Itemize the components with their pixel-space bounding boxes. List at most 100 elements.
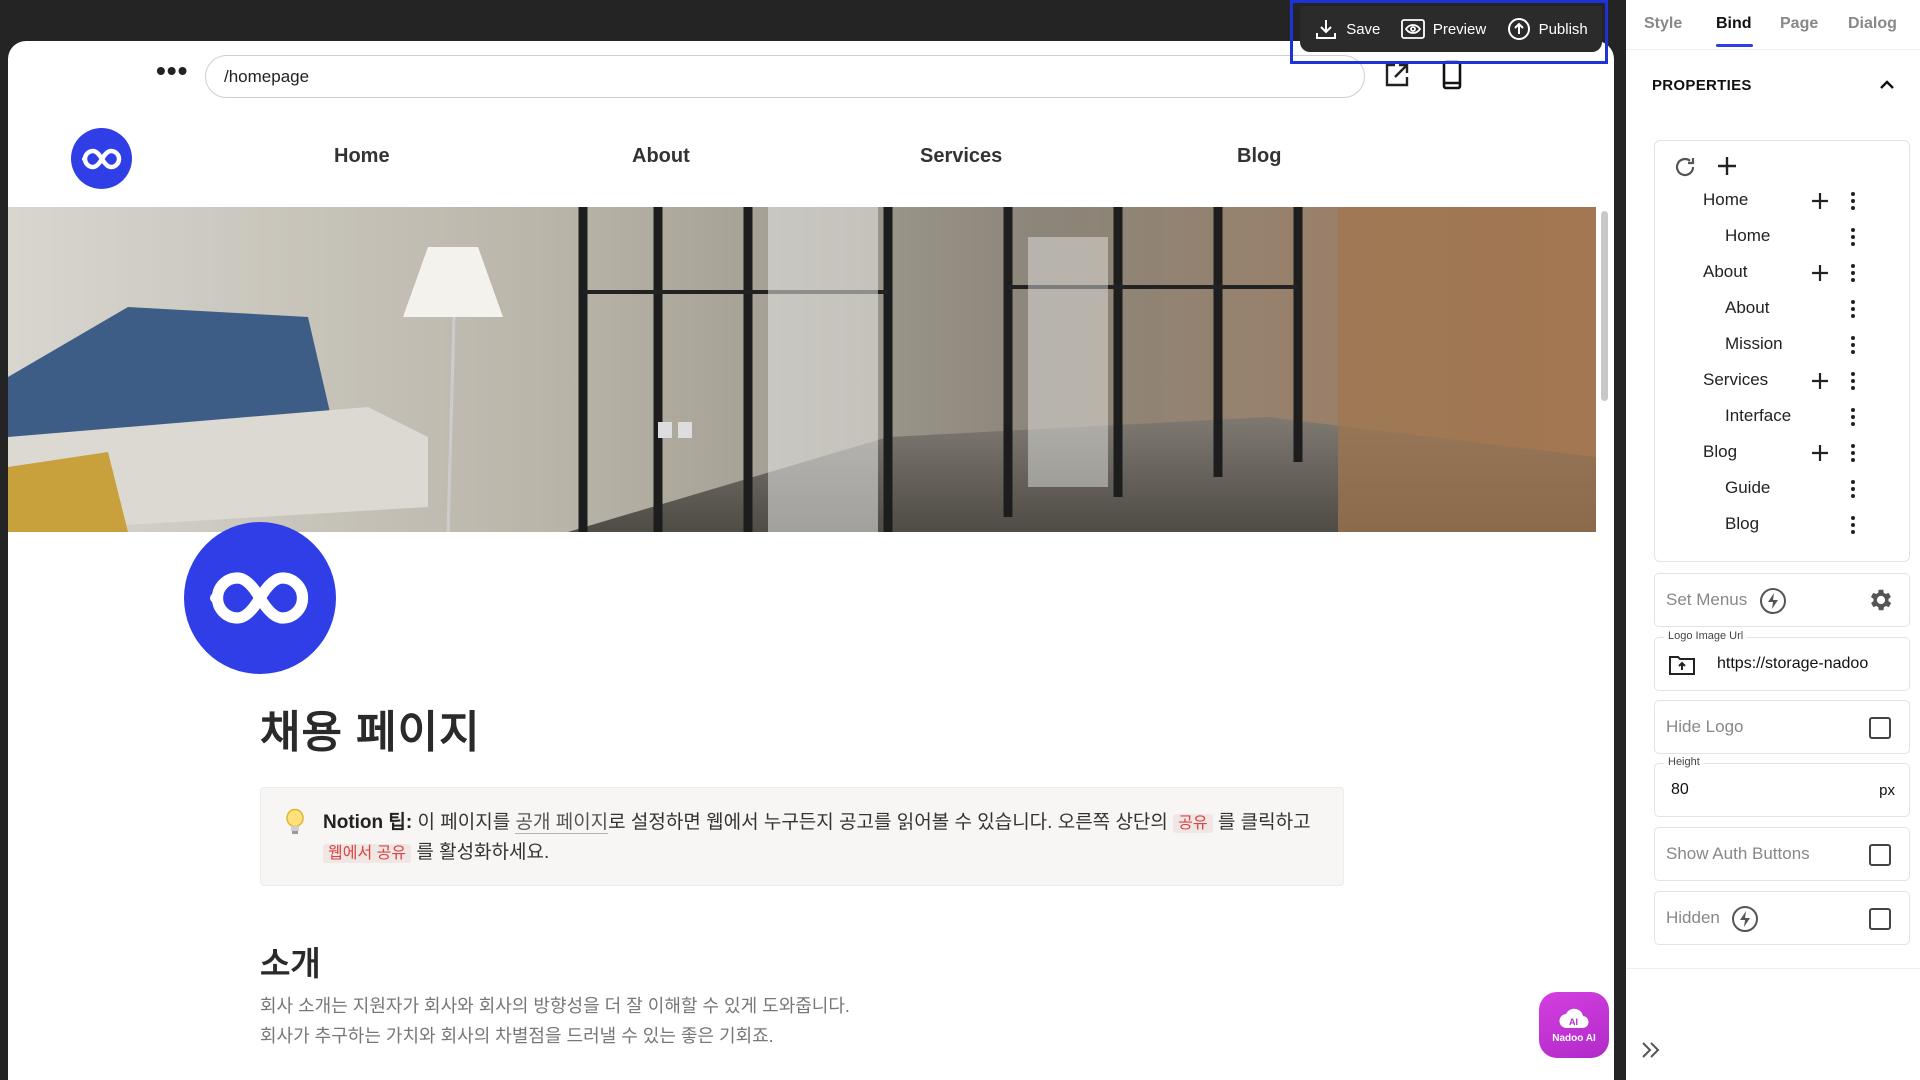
kebab-menu-icon[interactable] (1850, 371, 1856, 396)
properties-panel: Style Bind Page Dialog PROPERTIES Home H… (1626, 0, 1920, 1080)
tree-item-about-child[interactable]: About (1655, 291, 1909, 327)
tree-item-mission[interactable]: Mission (1655, 327, 1909, 363)
kebab-menu-icon[interactable] (1850, 335, 1856, 360)
kebab-menu-icon[interactable] (1850, 515, 1856, 540)
add-submenu-icon[interactable] (1810, 263, 1830, 288)
page-title: 채용 페이지 (260, 708, 481, 757)
logo-url-field[interactable]: Logo Image Url https://storage-nadoo (1654, 630, 1910, 691)
download-icon (1316, 20, 1337, 39)
lightning-icon[interactable] (1731, 905, 1759, 933)
nav-link-blog[interactable]: Blog (1237, 145, 1281, 168)
kebab-menu-icon[interactable] (1850, 443, 1856, 468)
tree-item-label: Home (1725, 226, 1771, 245)
kebab-menu-icon[interactable] (1850, 479, 1856, 504)
more-options-icon[interactable]: ••• (156, 57, 188, 85)
save-button[interactable]: Save (1314, 17, 1380, 41)
scrollbar-thumb[interactable] (1601, 211, 1608, 401)
show-auth-checkbox[interactable] (1869, 844, 1891, 866)
kebab-menu-icon[interactable] (1850, 263, 1856, 288)
add-submenu-icon[interactable] (1810, 191, 1830, 216)
kebab-menu-icon[interactable] (1850, 191, 1856, 216)
tree-item-label: Guide (1725, 478, 1771, 497)
hide-logo-checkbox[interactable] (1869, 717, 1891, 739)
panel-divider-line (1626, 968, 1920, 969)
tab-dialog[interactable]: Dialog (1848, 15, 1897, 33)
nadoo-ai-button[interactable]: AI Nadoo AI (1539, 992, 1609, 1058)
callout-text-3: 를 클릭하고 (1212, 812, 1311, 833)
callout-tag-share: 공유 (1173, 814, 1213, 833)
height-legend: Height (1664, 756, 1704, 768)
url-input[interactable] (205, 55, 1365, 98)
nav-link-about[interactable]: About (632, 145, 690, 168)
panel-divider (1614, 0, 1626, 1080)
section-heading: 소개 (260, 945, 321, 982)
tree-item-home-child[interactable]: Home (1655, 219, 1909, 255)
height-field[interactable]: Height 80 px (1654, 756, 1910, 817)
tab-style[interactable]: Style (1644, 15, 1682, 33)
upload-circle-icon (1507, 18, 1530, 40)
upload-folder-icon[interactable] (1669, 653, 1695, 680)
properties-heading: PROPERTIES (1652, 77, 1752, 94)
hero-image (8, 207, 1596, 532)
kebab-menu-icon[interactable] (1850, 407, 1856, 432)
tree-item-label: Services (1703, 370, 1769, 389)
svg-text:AI: AI (1569, 1017, 1578, 1027)
tab-page[interactable]: Page (1780, 15, 1818, 33)
logo-url-legend: Logo Image Url (1664, 630, 1748, 642)
intro-paragraph-2: 회사가 추구하는 가치와 회사의 차별점을 드러낼 수 있는 좋은 기회죠. (260, 1026, 774, 1046)
nav-link-home[interactable]: Home (334, 145, 390, 168)
tree-item-label: Interface (1725, 406, 1792, 425)
show-auth-label: Show Auth Buttons (1666, 844, 1810, 863)
hidden-checkbox[interactable] (1869, 908, 1891, 930)
add-submenu-icon[interactable] (1810, 443, 1830, 468)
logo-url-value: https://storage-nadoo (1717, 655, 1869, 672)
tree-item-blog-child[interactable]: Blog (1655, 507, 1909, 543)
add-submenu-icon[interactable] (1810, 371, 1830, 396)
tree-item-label: Blog (1725, 514, 1760, 533)
publish-label: Publish (1538, 20, 1588, 38)
callout-label: Notion 팁: (323, 812, 413, 833)
page-logo (184, 522, 336, 674)
callout-tag-web-share: 웹에서 공유 (323, 844, 412, 863)
add-root-menu-icon[interactable] (1715, 154, 1739, 183)
preview-label: Preview (1432, 20, 1487, 38)
tab-bind[interactable]: Bind (1716, 15, 1752, 33)
refresh-icon[interactable] (1673, 155, 1697, 184)
gear-icon[interactable] (1867, 586, 1895, 619)
top-toolbar: Save Preview Publish (1300, 6, 1602, 52)
tree-item-guide[interactable]: Guide (1655, 471, 1909, 507)
lightbulb-icon (285, 808, 305, 845)
publish-button[interactable]: Publish (1507, 17, 1588, 41)
preview-button[interactable]: Preview (1400, 18, 1487, 40)
tree-item-label: Mission (1725, 334, 1783, 353)
hidden-field: Hidden (1654, 891, 1910, 945)
site-logo[interactable] (71, 128, 132, 189)
tree-item-home[interactable]: Home (1655, 183, 1909, 219)
tip-callout: Notion 팁: 이 페이지를 공개 페이지로 설정하면 웹에서 누구든지 공… (260, 787, 1344, 886)
eye-icon (1400, 19, 1425, 39)
tree-item-about[interactable]: About (1655, 255, 1909, 291)
kebab-menu-icon[interactable] (1850, 299, 1856, 324)
double-chevron-right-icon[interactable] (1640, 1040, 1662, 1065)
tree-item-label: Home (1703, 190, 1749, 209)
tree-item-interface[interactable]: Interface (1655, 399, 1909, 435)
kebab-menu-icon[interactable] (1850, 227, 1856, 252)
tree-item-services[interactable]: Services (1655, 363, 1909, 399)
chevron-up-icon[interactable] (1878, 76, 1896, 99)
active-tab-indicator (1716, 44, 1753, 47)
lightning-icon[interactable] (1759, 587, 1787, 615)
tree-item-label: About (1703, 262, 1748, 281)
hide-logo-field: Hide Logo (1654, 700, 1910, 754)
tree-item-label: About (1725, 298, 1770, 317)
height-unit: px (1879, 782, 1895, 799)
intro-paragraph-1: 회사 소개는 지원자가 회사와 회사의 방향성을 더 잘 이해할 수 있게 도와… (260, 996, 850, 1016)
set-menus-field[interactable]: Set Menus (1654, 573, 1910, 627)
callout-text-4: 를 활성화하세요. (411, 842, 550, 863)
callout-link[interactable]: 공개 페이지 (515, 812, 609, 834)
tree-item-blog[interactable]: Blog (1655, 435, 1909, 471)
nav-link-services[interactable]: Services (920, 145, 1002, 168)
page-canvas: ••• Home About Services Blog (8, 41, 1614, 1080)
callout-text-2: 로 설정하면 웹에서 누구든지 공고를 읽어볼 수 있습니다. 오른쪽 상단의 (608, 812, 1174, 833)
hide-logo-label: Hide Logo (1666, 717, 1744, 736)
set-menus-label: Set Menus (1666, 590, 1748, 609)
